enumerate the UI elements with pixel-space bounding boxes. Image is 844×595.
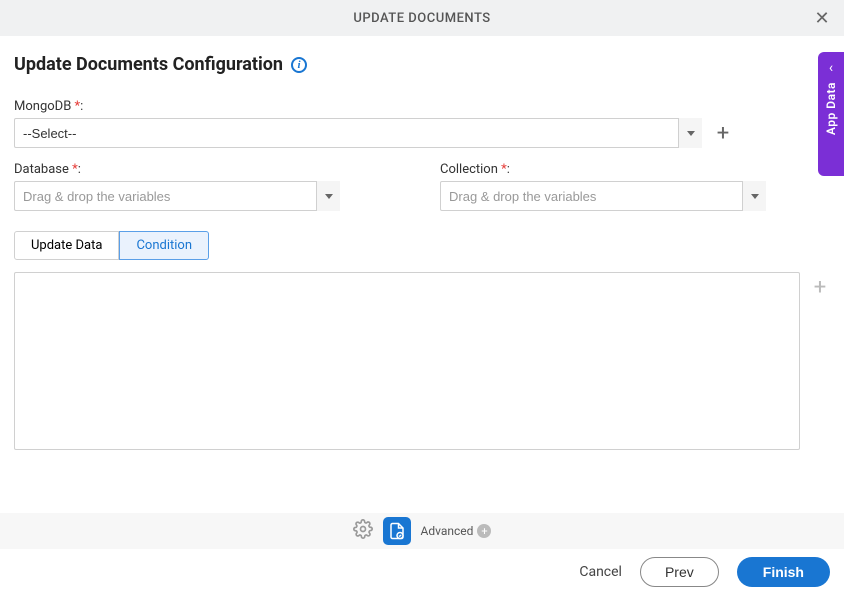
app-data-label: App Data (824, 82, 838, 135)
document-mode-button[interactable] (383, 517, 411, 545)
collection-field: Collection *: (440, 162, 830, 211)
page-title-row: Update Documents Configuration i (14, 54, 830, 75)
dialog-title: UPDATE DOCUMENTS (353, 11, 490, 26)
mongodb-select[interactable] (14, 118, 702, 148)
mongodb-select-wrap (14, 118, 702, 148)
mongodb-row: + (14, 118, 830, 148)
tab-update-data[interactable]: Update Data (14, 231, 119, 260)
mongodb-field: MongoDB *: + (14, 99, 830, 148)
gear-icon (353, 519, 373, 539)
database-input-wrap (14, 181, 340, 211)
plus-circle-icon: + (477, 524, 491, 538)
advanced-label: Advanced (421, 524, 474, 538)
app-data-panel-toggle[interactable]: ‹ App Data (818, 52, 844, 176)
settings-button[interactable] (353, 519, 373, 543)
close-icon: ✕ (814, 8, 829, 29)
add-condition-button[interactable]: + (810, 276, 830, 298)
collection-label: Collection *: (440, 162, 830, 177)
database-label: Database *: (14, 162, 404, 177)
collection-input[interactable] (440, 181, 766, 211)
condition-box[interactable] (14, 272, 800, 450)
dialog-footer: Cancel Prev Finish (0, 549, 844, 595)
page-title: Update Documents Configuration (14, 54, 283, 75)
dialog-content: Update Documents Configuration i MongoDB… (0, 36, 844, 450)
finish-button[interactable]: Finish (737, 557, 830, 587)
advanced-button[interactable]: Advanced + (421, 524, 492, 538)
required-asterisk: * (72, 162, 78, 177)
info-icon[interactable]: i (291, 57, 307, 73)
cancel-button[interactable]: Cancel (579, 564, 622, 580)
document-check-icon (388, 522, 406, 540)
database-input[interactable] (14, 181, 340, 211)
collection-label-text: Collection (440, 162, 498, 177)
close-button[interactable]: ✕ (812, 8, 832, 28)
add-mongodb-button[interactable]: + (712, 122, 734, 144)
db-collection-row: Database *: Collection *: (14, 162, 830, 211)
condition-add-wrap: + (810, 272, 830, 450)
mongodb-label-text: MongoDB (14, 99, 71, 114)
required-asterisk: * (501, 162, 507, 177)
tabs: Update Data Condition (14, 231, 830, 260)
collection-input-wrap (440, 181, 766, 211)
database-label-text: Database (14, 162, 69, 177)
bottom-toolbar: Advanced + (0, 513, 844, 549)
database-field: Database *: (14, 162, 404, 211)
plus-icon: + (814, 275, 826, 300)
required-asterisk: * (75, 99, 81, 114)
plus-icon: + (717, 121, 729, 146)
chevron-left-icon: ‹ (829, 60, 833, 76)
condition-area: + (14, 272, 830, 450)
mongodb-label: MongoDB *: (14, 99, 830, 114)
dialog-header: UPDATE DOCUMENTS ✕ (0, 0, 844, 36)
tab-condition[interactable]: Condition (119, 231, 209, 260)
prev-button[interactable]: Prev (640, 557, 719, 587)
